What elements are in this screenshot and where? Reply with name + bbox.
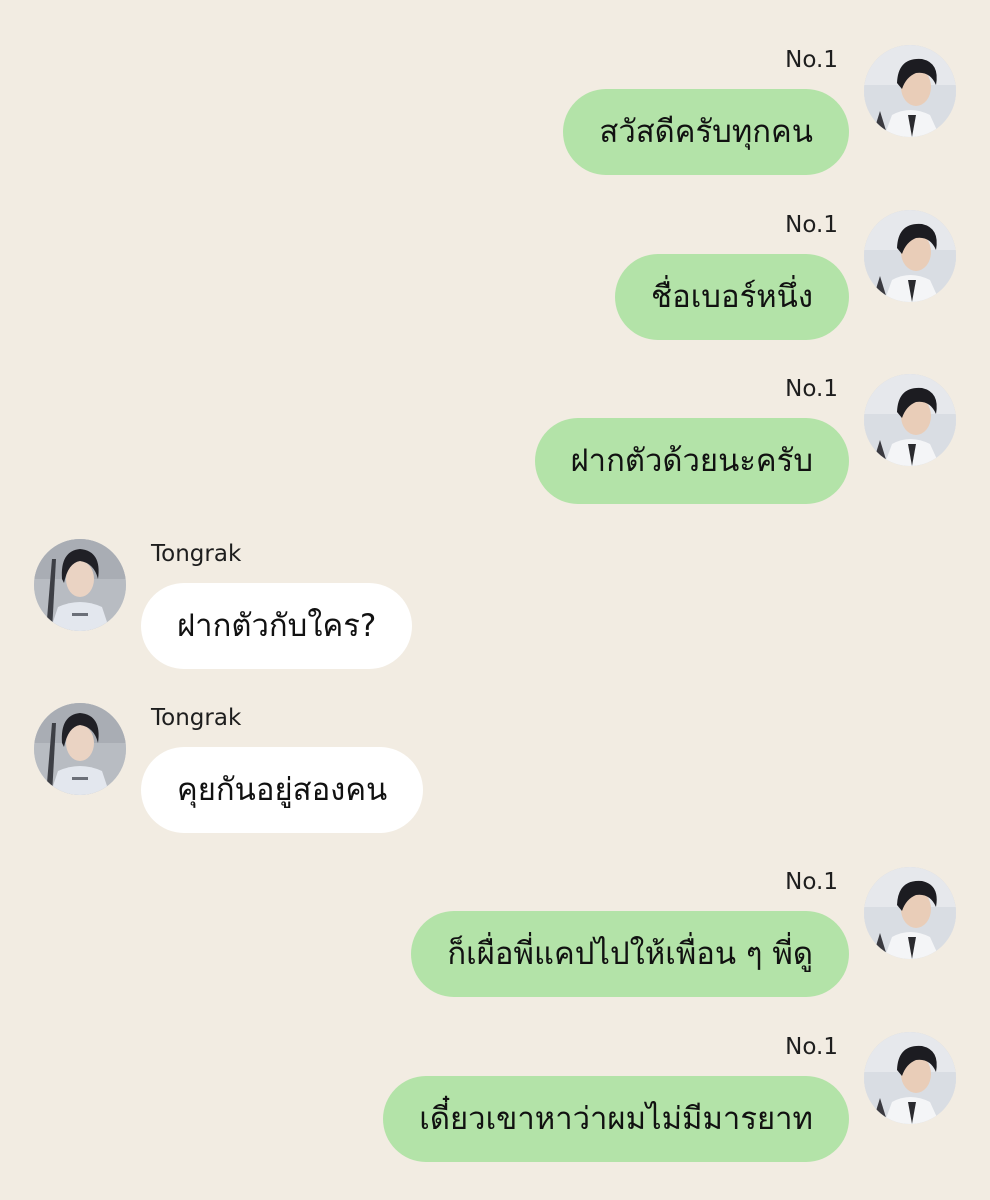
message-bubble-incoming[interactable]: ฝากตัวกับใคร?	[141, 583, 413, 669]
sender-name: No.1	[785, 1034, 838, 1060]
avatar-no1[interactable]	[864, 45, 956, 137]
sender-name: No.1	[785, 212, 838, 238]
message-bubble-outgoing[interactable]: ชื่อเบอร์หนึ่ง	[615, 254, 849, 340]
sender-name: Tongrak	[151, 705, 242, 731]
avatar-no1[interactable]	[864, 374, 956, 466]
avatar-no1-image	[864, 210, 956, 302]
avatar-no1-image	[864, 1032, 956, 1124]
avatar-tongrak[interactable]	[34, 539, 126, 631]
sender-name: No.1	[785, 47, 838, 73]
sender-name: No.1	[785, 869, 838, 895]
sender-name: Tongrak	[151, 541, 242, 567]
avatar-no1[interactable]	[864, 1032, 956, 1124]
avatar-no1[interactable]	[864, 210, 956, 302]
avatar-tongrak-image	[34, 703, 126, 795]
message-bubble-incoming[interactable]: คุยกันอยู่สองคน	[141, 747, 424, 833]
avatar-no1-image	[864, 45, 956, 137]
message-bubble-outgoing[interactable]: ฝากตัวด้วยนะครับ	[534, 418, 849, 504]
message-bubble-outgoing[interactable]: สวัสดีครับทุกคน	[563, 89, 849, 175]
sender-name: No.1	[785, 376, 838, 402]
message-bubble-outgoing[interactable]: เดี๋ยวเขาหาว่าผมไม่มีมารยาท	[383, 1076, 849, 1162]
avatar-no1-image	[864, 867, 956, 959]
avatar-no1[interactable]	[864, 867, 956, 959]
message-bubble-outgoing[interactable]: ก็เผื่อพี่แคปไปให้เพื่อน ๆ พี่ดู	[411, 911, 849, 997]
avatar-tongrak-image	[34, 539, 126, 631]
avatar-no1-image	[864, 374, 956, 466]
chat-thread: No.1 สวัสดีครับทุกคน No.1 ชื่อเบอร์หนึ่ง	[0, 0, 990, 1200]
avatar-tongrak[interactable]	[34, 703, 126, 795]
